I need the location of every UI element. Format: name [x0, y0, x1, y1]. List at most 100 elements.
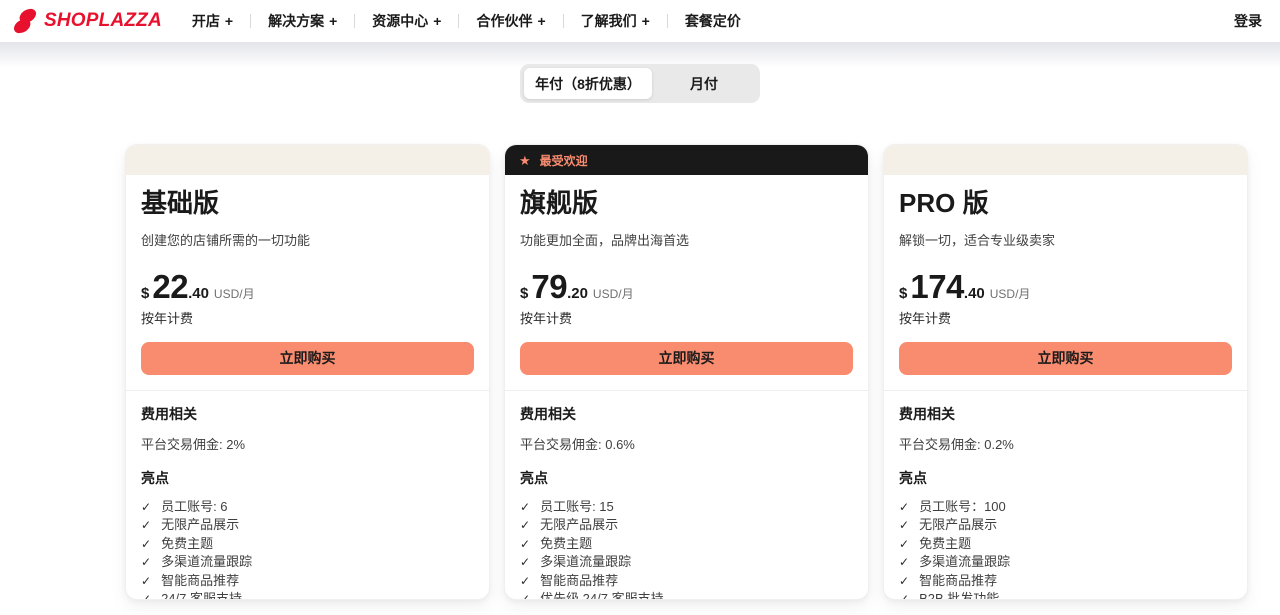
check-icon: ✓	[899, 572, 909, 591]
nav-divider	[563, 14, 564, 28]
nav-item-pricing[interactable]: 套餐定价	[683, 11, 743, 31]
feature-item: ✓24/7 客服支持	[141, 590, 474, 600]
price-integer: 79	[531, 270, 567, 303]
check-icon: ✓	[520, 516, 530, 535]
feature-item: ✓无限产品展示	[899, 516, 1232, 535]
price-decimal: .20	[567, 285, 588, 302]
buy-now-button[interactable]: 立即购买	[141, 342, 474, 375]
nav-item-solutions[interactable]: 解决方案 +	[266, 11, 339, 31]
feature-item: ✓多渠道流量跟踪	[899, 553, 1232, 572]
check-icon: ✓	[141, 553, 151, 572]
feature-item: ✓优先级 24/7 客服支持	[520, 590, 853, 600]
check-icon: ✓	[141, 535, 151, 554]
check-icon: ✓	[899, 553, 909, 572]
plan-name: 基础版	[141, 189, 474, 219]
check-icon: ✓	[141, 498, 151, 517]
feature-item: ✓无限产品展示	[141, 516, 474, 535]
billing-note: 按年计费	[899, 308, 1232, 327]
feature-item: ✓多渠道流量跟踪	[141, 553, 474, 572]
highlights-section-title: 亮点	[899, 468, 1232, 488]
currency-symbol: $	[520, 285, 528, 302]
plus-icon: +	[225, 13, 233, 29]
currency-symbol: $	[141, 285, 149, 302]
nav-item-resources[interactable]: 资源中心 +	[370, 11, 443, 31]
feature-item: ✓免费主题	[141, 535, 474, 554]
feature-list: ✓员工账号: 15 ✓无限产品展示 ✓免费主题 ✓多渠道流量跟踪 ✓智能商品推荐…	[520, 498, 853, 600]
nav-divider	[250, 14, 251, 28]
price-unit: USD/月	[990, 285, 1031, 302]
currency-symbol: $	[899, 285, 907, 302]
logo-wordmark: SHOPLAZZA	[44, 10, 162, 32]
plus-icon: +	[537, 13, 545, 29]
plan-description: 创建您的店铺所需的一切功能	[141, 230, 474, 249]
check-icon: ✓	[141, 516, 151, 535]
plus-icon: +	[433, 13, 441, 29]
price-unit: USD/月	[214, 285, 255, 302]
feature-item: ✓B2B 批发功能	[899, 590, 1232, 600]
highlights-section-title: 亮点	[520, 468, 853, 488]
card-divider	[884, 390, 1247, 391]
check-icon: ✓	[520, 572, 530, 591]
toggle-annual[interactable]: 年付（8折优惠）	[524, 68, 652, 99]
check-icon: ✓	[520, 553, 530, 572]
plan-price: $ 22 .40 USD/月	[141, 270, 474, 303]
billing-note: 按年计费	[520, 308, 853, 327]
plus-icon: +	[329, 13, 337, 29]
plus-icon: +	[642, 13, 650, 29]
price-unit: USD/月	[593, 285, 634, 302]
check-icon: ✓	[899, 516, 909, 535]
price-decimal: .40	[964, 285, 985, 302]
feature-item: ✓员工账号：100	[899, 498, 1232, 517]
plan-price: $ 79 .20 USD/月	[520, 270, 853, 303]
toggle-monthly[interactable]: 月付	[652, 68, 756, 99]
plan-card-pro: PRO 版 解锁一切，适合专业级卖家 $ 174 .40 USD/月 按年计费 …	[883, 144, 1248, 600]
plan-card-flagship: ★ 最受欢迎 旗舰版 功能更加全面，品牌出海首选 $ 79 .20 USD/月 …	[504, 144, 869, 600]
check-icon: ✓	[899, 590, 909, 600]
card-divider	[505, 390, 868, 391]
check-icon: ✓	[899, 535, 909, 554]
shoplazza-logo[interactable]: SHOPLAZZA	[10, 6, 162, 36]
price-integer: 22	[152, 270, 188, 303]
commission-line: 平台交易佣金: 0.2%	[899, 434, 1232, 453]
billing-note: 按年计费	[141, 308, 474, 327]
billing-cycle-toggle: 年付（8折优惠） 月付	[520, 64, 760, 103]
fees-section-title: 费用相关	[520, 404, 853, 424]
plan-name: 旗舰版	[520, 189, 853, 219]
price-integer: 174	[910, 270, 964, 303]
top-nav-bar: SHOPLAZZA 开店 + 解决方案 + 资源中心 + 合作伙伴 + 了解我们…	[0, 0, 1280, 42]
plan-price: $ 174 .40 USD/月	[899, 270, 1232, 303]
nav-item-partners[interactable]: 合作伙伴 +	[474, 11, 547, 31]
popular-badge-label: 最受欢迎	[540, 152, 588, 169]
plan-name: PRO 版	[899, 189, 1232, 219]
buy-now-button[interactable]: 立即购买	[899, 342, 1232, 375]
nav-item-about[interactable]: 了解我们 +	[579, 11, 652, 31]
feature-item: ✓无限产品展示	[520, 516, 853, 535]
commission-line: 平台交易佣金: 2%	[141, 434, 474, 453]
check-icon: ✓	[141, 572, 151, 591]
nav-divider	[458, 14, 459, 28]
login-link[interactable]: 登录	[1234, 11, 1262, 31]
check-icon: ✓	[520, 498, 530, 517]
feature-item: ✓员工账号: 6	[141, 498, 474, 517]
buy-now-button[interactable]: 立即购买	[520, 342, 853, 375]
highlights-section-title: 亮点	[141, 468, 474, 488]
nav-item-open-store[interactable]: 开店 +	[190, 11, 235, 31]
feature-item: ✓多渠道流量跟踪	[520, 553, 853, 572]
nav-divider	[667, 14, 668, 28]
feature-list: ✓员工账号：100 ✓无限产品展示 ✓免费主题 ✓多渠道流量跟踪 ✓智能商品推荐…	[899, 498, 1232, 600]
check-icon: ✓	[520, 535, 530, 554]
feature-item: ✓免费主题	[520, 535, 853, 554]
feature-item: ✓免费主题	[899, 535, 1232, 554]
nav-divider	[354, 14, 355, 28]
plan-description: 功能更加全面，品牌出海首选	[520, 230, 853, 249]
popular-badge: ★ 最受欢迎	[505, 145, 868, 175]
check-icon: ✓	[899, 498, 909, 517]
shoplazza-logo-icon	[10, 6, 40, 36]
star-icon: ★	[519, 154, 531, 167]
plan-card-basic: 基础版 创建您的店铺所需的一切功能 $ 22 .40 USD/月 按年计费 立即…	[125, 144, 490, 600]
check-icon: ✓	[141, 590, 151, 600]
feature-list: ✓员工账号: 6 ✓无限产品展示 ✓免费主题 ✓多渠道流量跟踪 ✓智能商品推荐 …	[141, 498, 474, 600]
check-icon: ✓	[520, 590, 530, 600]
fees-section-title: 费用相关	[899, 404, 1232, 424]
price-decimal: .40	[188, 285, 209, 302]
